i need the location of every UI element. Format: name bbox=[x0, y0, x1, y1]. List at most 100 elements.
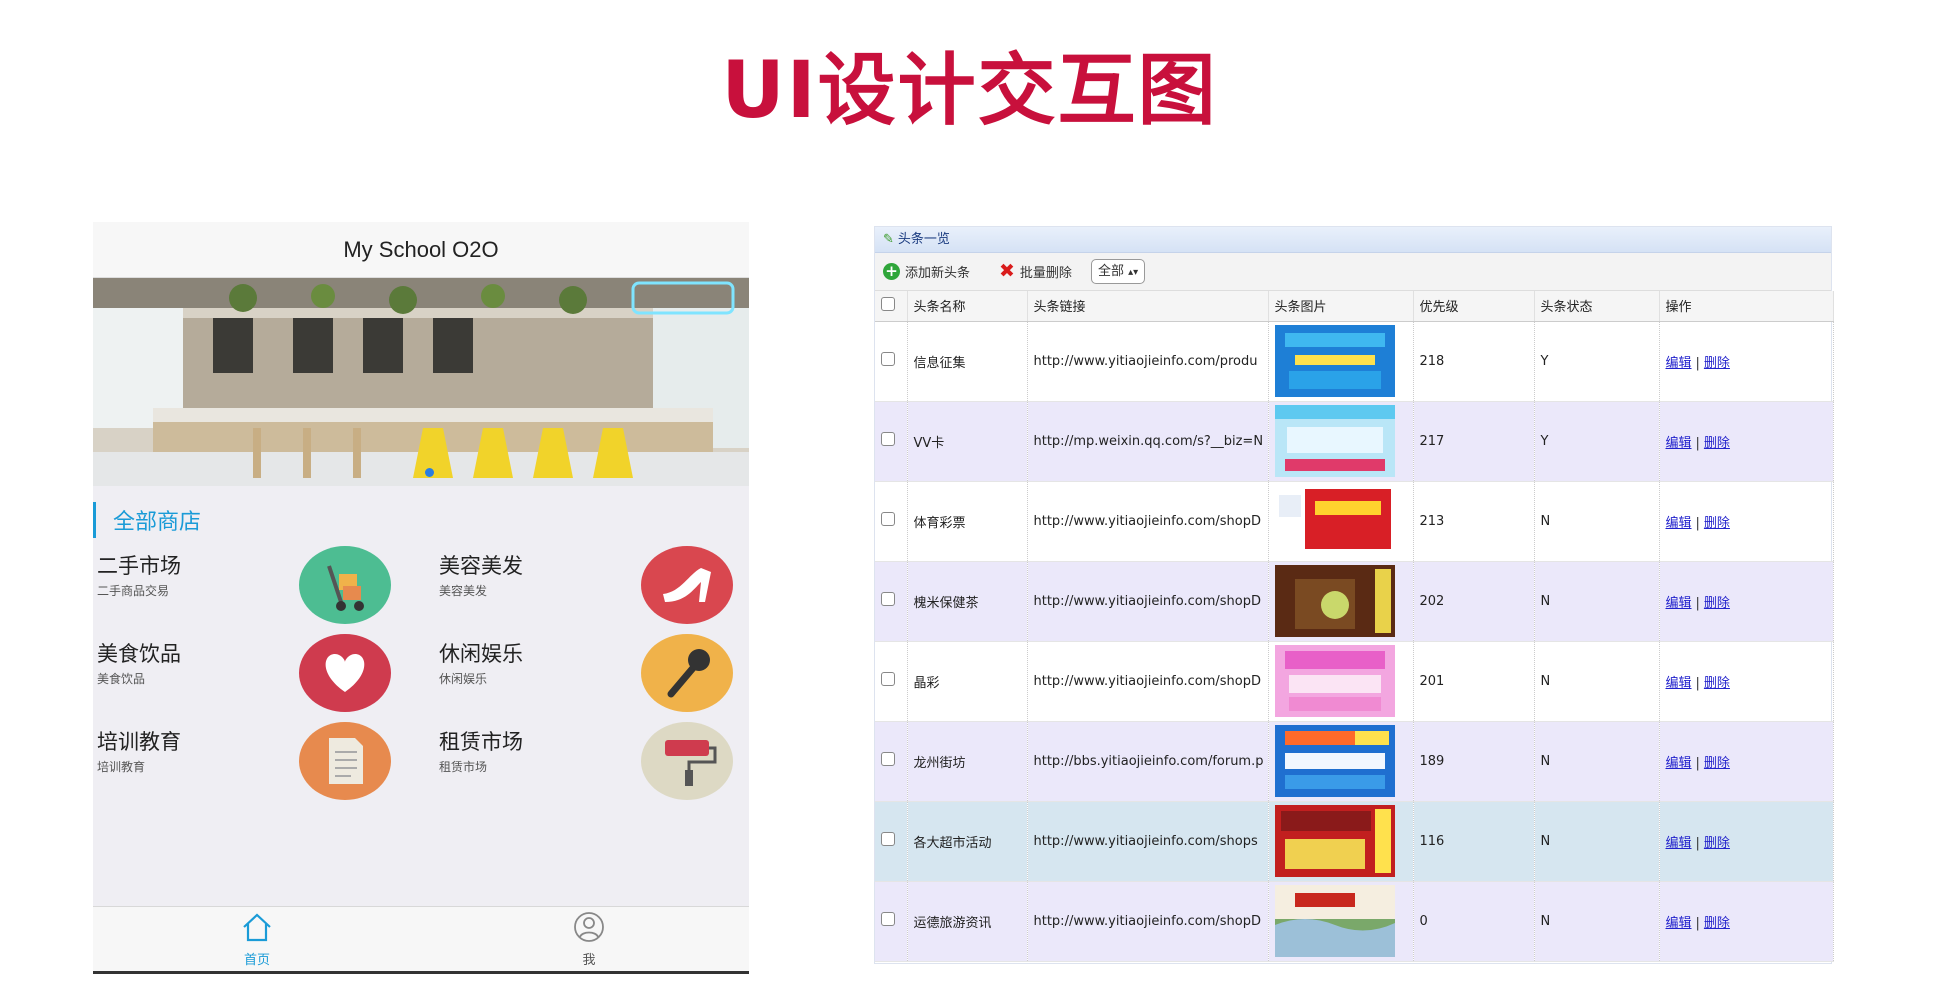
status-filter-select[interactable]: 全部 ▴▾ bbox=[1091, 259, 1146, 284]
table-row: 晶彩 http://www.yitiaojieinfo.com/shopD 20… bbox=[875, 641, 1834, 722]
headline-name: 龙州街坊 bbox=[907, 721, 1028, 802]
column-header[interactable]: 头条链接 bbox=[1027, 291, 1269, 322]
delete-link[interactable]: 删除 bbox=[1704, 836, 1730, 851]
section-header: 全部商店 bbox=[93, 494, 749, 546]
headline-name: 信息征集 bbox=[907, 321, 1028, 402]
delete-link[interactable]: 删除 bbox=[1704, 516, 1730, 531]
headline-image-cell bbox=[1268, 721, 1414, 802]
delete-link[interactable]: 删除 bbox=[1704, 356, 1730, 371]
headline-priority: 202 bbox=[1413, 561, 1535, 642]
admin-panel: ✎ 头条一览 + 添加新头条 ✖ 批量删除 全部 ▴▾ 头条名称 头条链接 头条… bbox=[874, 226, 1834, 964]
category-name: 休闲娱乐 bbox=[439, 642, 523, 666]
category-name: 二手市场 bbox=[97, 554, 181, 578]
headline-status: N bbox=[1534, 481, 1660, 562]
category-item[interactable]: 美食饮品 美食饮品 bbox=[93, 634, 423, 722]
cart-icon bbox=[299, 546, 391, 624]
row-checkbox[interactable] bbox=[881, 352, 895, 366]
carousel-indicator[interactable] bbox=[425, 468, 434, 477]
delete-link[interactable]: 删除 bbox=[1704, 676, 1730, 691]
edit-link[interactable]: 编辑 bbox=[1666, 836, 1692, 851]
delete-link[interactable]: 删除 bbox=[1704, 756, 1730, 771]
edit-link[interactable]: 编辑 bbox=[1666, 756, 1692, 771]
batch-delete-button[interactable]: ✖ 批量删除 bbox=[999, 260, 1072, 282]
headline-link: http://www.yitiaojieinfo.com/shopD bbox=[1027, 641, 1269, 722]
headline-thumbnail bbox=[1274, 405, 1395, 477]
edit-link[interactable]: 编辑 bbox=[1666, 356, 1692, 371]
separator: | bbox=[1695, 355, 1700, 371]
category-name: 美食饮品 bbox=[97, 642, 181, 666]
select-all-cell bbox=[875, 291, 908, 322]
delete-link[interactable]: 删除 bbox=[1704, 596, 1730, 611]
edit-link[interactable]: 编辑 bbox=[1666, 676, 1692, 691]
tab-me-label: 我 bbox=[582, 953, 596, 968]
banner-carousel[interactable] bbox=[93, 278, 749, 486]
category-item[interactable]: 美容美发 美容美发 bbox=[435, 546, 765, 634]
headline-name: VV卡 bbox=[907, 401, 1028, 482]
headline-thumbnail bbox=[1274, 325, 1395, 397]
tab-home[interactable]: 首页 bbox=[227, 911, 287, 968]
table-header-row: 头条名称 头条链接 头条图片 优先级 头条状态 操作 bbox=[875, 291, 1834, 322]
row-actions: 编辑 | 删除 bbox=[1659, 321, 1834, 402]
banner-image bbox=[93, 278, 749, 486]
headline-image-cell bbox=[1268, 561, 1414, 642]
category-item[interactable]: 租赁市场 租赁市场 bbox=[435, 722, 765, 810]
column-header[interactable]: 头条状态 bbox=[1534, 291, 1660, 322]
separator: | bbox=[1695, 755, 1700, 771]
category-desc: 培训教育 bbox=[97, 760, 146, 774]
add-headline-label: 添加新头条 bbox=[905, 266, 971, 281]
row-actions: 编辑 | 删除 bbox=[1659, 721, 1834, 802]
row-checkbox[interactable] bbox=[881, 512, 895, 526]
row-actions: 编辑 | 删除 bbox=[1659, 801, 1834, 882]
edit-link[interactable]: 编辑 bbox=[1666, 436, 1692, 451]
row-actions: 编辑 | 删除 bbox=[1659, 881, 1834, 962]
row-checkbox[interactable] bbox=[881, 592, 895, 606]
column-header[interactable]: 头条名称 bbox=[907, 291, 1028, 322]
column-header[interactable]: 头条图片 bbox=[1268, 291, 1414, 322]
add-headline-button[interactable]: + 添加新头条 bbox=[883, 262, 970, 281]
headline-image-cell bbox=[1268, 641, 1414, 722]
delete-link[interactable]: 删除 bbox=[1704, 436, 1730, 451]
tab-me[interactable]: 我 bbox=[559, 911, 619, 968]
headline-status: Y bbox=[1534, 401, 1660, 482]
row-checkbox[interactable] bbox=[881, 912, 895, 926]
headline-thumbnail bbox=[1274, 885, 1395, 957]
section-accent-bar bbox=[93, 502, 96, 538]
separator: | bbox=[1695, 435, 1700, 451]
select-arrows-icon: ▴▾ bbox=[1128, 267, 1139, 278]
category-item[interactable]: 培训教育 培训教育 bbox=[93, 722, 423, 810]
headline-thumbnail bbox=[1274, 645, 1395, 717]
column-header[interactable]: 优先级 bbox=[1413, 291, 1535, 322]
headline-thumbnail bbox=[1274, 565, 1395, 637]
row-actions: 编辑 | 删除 bbox=[1659, 481, 1834, 562]
pencil-icon: ✎ bbox=[883, 232, 894, 247]
column-header[interactable]: 操作 bbox=[1659, 291, 1834, 322]
slide: UI设计交互图 My School O2O 全部商店 二手市场 二手商品交易 美… bbox=[0, 0, 1939, 991]
row-actions: 编辑 | 删除 bbox=[1659, 641, 1834, 722]
headline-link: http://www.yitiaojieinfo.com/shopD bbox=[1027, 481, 1269, 562]
edit-link[interactable]: 编辑 bbox=[1666, 916, 1692, 931]
headline-status: N bbox=[1534, 641, 1660, 722]
table-row: 各大超市活动 http://www.yitiaojieinfo.com/shop… bbox=[875, 801, 1834, 882]
headline-link: http://www.yitiaojieinfo.com/shopD bbox=[1027, 561, 1269, 642]
delete-link[interactable]: 删除 bbox=[1704, 916, 1730, 931]
table-row: 信息征集 http://www.yitiaojieinfo.com/produ … bbox=[875, 321, 1834, 402]
panel-title: 头条一览 bbox=[897, 232, 950, 247]
headline-priority: 0 bbox=[1413, 881, 1535, 962]
category-item[interactable]: 休闲娱乐 休闲娱乐 bbox=[435, 634, 765, 722]
category-desc: 二手商品交易 bbox=[97, 584, 170, 598]
user-icon bbox=[574, 912, 604, 942]
row-checkbox[interactable] bbox=[881, 672, 895, 686]
delete-icon: ✖ bbox=[999, 260, 1015, 282]
category-item[interactable]: 二手市场 二手商品交易 bbox=[93, 546, 423, 634]
headline-name: 晶彩 bbox=[907, 641, 1028, 722]
select-all-checkbox[interactable] bbox=[881, 296, 895, 311]
row-checkbox[interactable] bbox=[881, 832, 895, 846]
row-checkbox[interactable] bbox=[881, 432, 895, 446]
edit-link[interactable]: 编辑 bbox=[1666, 516, 1692, 531]
row-checkbox[interactable] bbox=[881, 752, 895, 766]
edit-link[interactable]: 编辑 bbox=[1666, 596, 1692, 611]
category-desc: 休闲娱乐 bbox=[439, 672, 488, 686]
category-grid: 二手市场 二手商品交易 美容美发 美容美发 美食饮品 美食饮品 休闲娱乐 休闲娱… bbox=[93, 546, 749, 832]
headline-priority: 116 bbox=[1413, 801, 1535, 882]
headline-priority: 218 bbox=[1413, 321, 1535, 402]
